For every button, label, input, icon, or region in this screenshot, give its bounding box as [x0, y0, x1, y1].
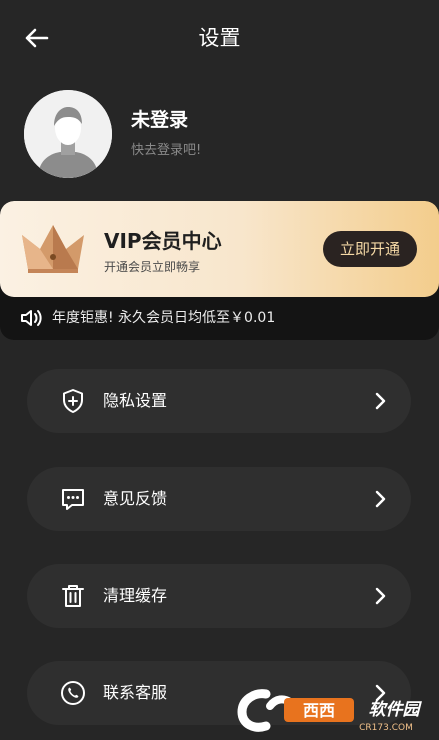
svg-text:CR173.COM: CR173.COM — [359, 723, 413, 733]
speaker-icon — [21, 310, 42, 326]
vip-title: VIP会员中心 — [104, 229, 222, 253]
username: 未登录 — [131, 109, 189, 131]
phone-icon — [61, 681, 85, 705]
menu-item-privacy[interactable]: 隐私设置 — [27, 369, 411, 433]
vip-subtitle: 开通会员立即畅享 — [104, 260, 201, 274]
crown-icon — [22, 225, 84, 273]
svg-text:软件园: 软件园 — [369, 700, 423, 720]
chevron-right-icon — [375, 587, 386, 605]
chevron-right-icon — [375, 392, 386, 410]
user-placeholder-icon — [24, 90, 112, 178]
profile-section[interactable]: 未登录 快去登录吧! — [24, 90, 404, 178]
page-title: 设置 — [198, 26, 241, 50]
chat-dots-icon — [62, 489, 84, 510]
open-vip-button[interactable]: 立即开通 — [323, 231, 417, 267]
menu-item-label: 隐私设置 — [103, 391, 168, 410]
promo-text: 年度钜惠! 永久会员日均低至￥0.01 — [52, 310, 276, 326]
avatar[interactable] — [24, 90, 112, 178]
vip-card: VIP会员中心 开通会员立即畅享 立即开通 年度钜惠! 永久会员日均低至￥0.0… — [0, 201, 439, 340]
menu-item-clear-cache[interactable]: 清理缓存 — [27, 564, 411, 628]
chevron-right-icon — [375, 490, 386, 508]
svg-text:西西: 西西 — [303, 701, 335, 720]
header: 设置 — [0, 0, 439, 78]
promo-bar[interactable]: 年度钜惠! 永久会员日均低至￥0.01 — [0, 297, 439, 340]
menu-item-feedback[interactable]: 意见反馈 — [27, 467, 411, 531]
vip-banner[interactable]: VIP会员中心 开通会员立即畅享 立即开通 — [0, 201, 439, 297]
menu-item-label: 清理缓存 — [103, 586, 168, 605]
menu-item-label: 意见反馈 — [103, 489, 168, 508]
watermark-logo: 西西 软件园 CR173.COM — [236, 684, 436, 736]
cr173-logo-icon: 西西 软件园 CR173.COM — [237, 689, 423, 733]
login-hint: 快去登录吧! — [131, 143, 202, 158]
menu-item-label: 联系客服 — [103, 683, 168, 702]
trash-icon — [62, 585, 84, 607]
shield-plus-icon — [63, 389, 83, 413]
